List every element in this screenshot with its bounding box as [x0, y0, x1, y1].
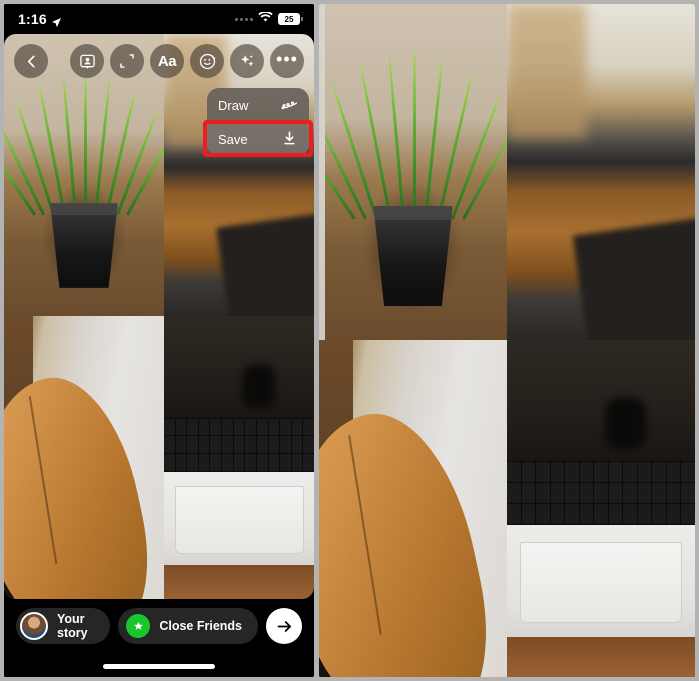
download-arrow-icon [281, 130, 298, 150]
photo-potted-plant [319, 4, 507, 340]
menu-item-draw-label: Draw [218, 97, 249, 113]
saved-image-panel [319, 4, 695, 677]
three-dots-icon: ••• [276, 48, 298, 69]
send-button[interactable] [266, 608, 302, 644]
your-story-button[interactable]: Your story [16, 608, 111, 644]
menu-item-save-label: Save [218, 132, 248, 147]
effects-button[interactable] [230, 44, 264, 78]
photo-tan-leather-chair [319, 340, 507, 677]
close-friends-button[interactable]: Close Friends [118, 608, 258, 644]
home-indicator [103, 664, 215, 669]
location-arrow-icon [51, 15, 62, 27]
wifi-icon [258, 10, 273, 28]
sticker-button[interactable] [190, 44, 224, 78]
photo-collage-result [319, 4, 695, 677]
signal-dots-icon [235, 17, 253, 21]
more-options-button[interactable]: ••• [270, 44, 304, 78]
photo-laptop-table-edge [507, 4, 695, 340]
photo-macbook-keyboard [164, 316, 314, 599]
battery-indicator: 25 [278, 13, 303, 25]
plant-pot [373, 205, 453, 307]
your-story-label: Your story [57, 612, 88, 640]
text-button[interactable]: Aa [150, 44, 184, 78]
menu-item-save[interactable]: Save [207, 122, 309, 156]
close-friends-label: Close Friends [159, 619, 242, 633]
plant-pot [50, 203, 118, 288]
status-bar: 1:16 25 [4, 4, 314, 34]
status-indicators: 25 [235, 10, 303, 28]
photo-tan-leather-chair [4, 316, 164, 599]
scribble-icon [280, 96, 298, 114]
text-aa-icon: Aa [157, 52, 177, 70]
share-bar: Your story Close Friends [4, 599, 314, 677]
resize-button[interactable] [110, 44, 144, 78]
status-time: 1:16 [18, 11, 47, 27]
green-star-badge-icon [126, 614, 151, 638]
avatar [20, 612, 48, 640]
back-button[interactable] [14, 44, 48, 78]
menu-item-draw[interactable]: Draw [207, 88, 309, 122]
add-to-story-button[interactable] [70, 44, 104, 78]
editor-toolbar: Aa ••• [4, 38, 314, 84]
story-editor-panel: 1:16 25 Aa ••• Draw Save Your story Clos… [4, 4, 314, 677]
screenshot-root: 1:16 25 Aa ••• Draw Save Your story Clos… [0, 0, 699, 681]
collage-left-edge [319, 4, 325, 340]
more-options-menu: Draw Save [207, 88, 309, 156]
photo-macbook-keyboard [507, 340, 695, 677]
